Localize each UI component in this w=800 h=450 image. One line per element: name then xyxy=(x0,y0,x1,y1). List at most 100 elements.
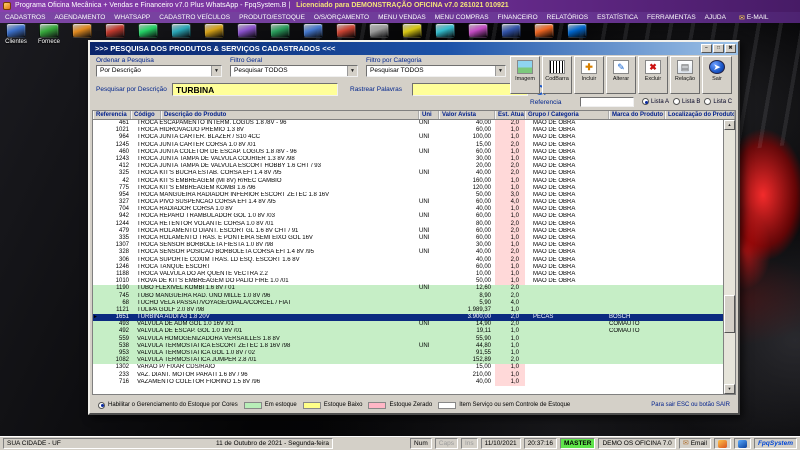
table-row[interactable]: 335 TROCA ROLAMENTO TRAS. E PONTEIRA SEMI… xyxy=(93,235,723,243)
status-email[interactable]: ✉ Email xyxy=(678,438,711,449)
col-header-5[interactable]: Est. Atual xyxy=(495,111,525,119)
table-row[interactable]: 325 TROCA KIT'S BUCHA ESTAB. CORSA EFI 1.… xyxy=(93,170,723,178)
table-row[interactable]: 745 TUBO MANGUEIRA RAD. UNO MILLE 1.0 8V … xyxy=(93,292,723,300)
minimize-button[interactable]: − xyxy=(701,44,712,53)
maximize-button[interactable]: □ xyxy=(713,44,724,53)
filtro-categoria-select[interactable]: Pesquisar TODOS ▼ xyxy=(366,65,506,77)
dialog-titlebar[interactable]: >>> PESQUISA DOS PRODUTOS & SERVIÇOS CAD… xyxy=(90,42,738,55)
table-row[interactable]: 1307 TROCA SENSOR BORBOLETA FIESTA 1.0 8V… xyxy=(93,242,723,250)
table-row[interactable]: 493 VALVULA DE ADM GOL 1.0 16V /01 UNI 14,9… xyxy=(93,321,723,329)
table-row[interactable]: 327 TROCA PIVO SUSPENCAO CORSA EFI 1.4 8V… xyxy=(93,199,723,207)
menu-item-8[interactable]: FINANCEIRO xyxy=(498,14,538,21)
menu-item-12[interactable]: AJUDA xyxy=(705,14,726,21)
table-row[interactable]: 704 TROCA RADIADOR CORSA 1.0 8V 40,00 1,0 MA… xyxy=(93,206,723,214)
button-label: Sair xyxy=(712,76,722,82)
scroll-up-icon[interactable]: ▲ xyxy=(724,120,735,130)
menu-item-11[interactable]: FERRAMENTAS xyxy=(647,14,696,21)
cell-localizacao xyxy=(665,307,723,314)
ordenar-select[interactable]: Por Descrição ▼ xyxy=(96,65,222,77)
table-row[interactable]: 42 TROCA KIT'S EMBREAGEM (MI 8V) R/REC CA… xyxy=(93,177,723,185)
table-row[interactable]: 559 VALVULA HOMOGENIZADORA VERSAILLES 1.8… xyxy=(93,335,723,343)
table-row[interactable]: 1302 VARAO P/ FIXAR CDS/RAIO 15,00 1,0 xyxy=(93,364,723,372)
table-row[interactable]: 233 VAZ. DIANT. MOTOR PARATI 1.6 8V / 96 2… xyxy=(93,371,723,379)
col-header-7[interactable]: Marca do Produto xyxy=(609,111,665,119)
cell-grupo xyxy=(525,357,609,364)
col-header-8[interactable]: Localização do Produto xyxy=(665,111,735,119)
status-icon-2[interactable] xyxy=(733,438,751,449)
col-header-2[interactable]: Descrição do Produto xyxy=(161,111,419,119)
table-row[interactable]: 1010 TROVA DE KIT'S EMBREAGEM DO PALIO FI… xyxy=(93,278,723,286)
cell-localizacao xyxy=(665,156,723,163)
table-row[interactable]: 1245 TROCA JUNTA CARTER CORSA 1.0 8V /01 1… xyxy=(93,141,723,149)
lista-a-radio[interactable]: Lista A xyxy=(642,98,669,105)
filtro-geral-select[interactable]: Pesquisar TODOS ▼ xyxy=(230,65,358,77)
table-row[interactable]: 942 TROCA REPARO TRAMBULADOR GOL 1.0 8V /… xyxy=(93,213,723,221)
toolbar-clients[interactable]: Clientes xyxy=(4,23,28,48)
scroll-down-icon[interactable]: ▼ xyxy=(724,384,735,394)
table-row[interactable]: 775 TROCA KIT'S EMBREAGEM KOMBI 1.6 /96 12… xyxy=(93,184,723,192)
status-icon-1[interactable] xyxy=(713,438,731,449)
col-header-3[interactable]: Uni xyxy=(419,111,439,119)
barcode-button[interactable]: CodBarra xyxy=(542,56,572,94)
lista-c-radio[interactable]: Lista C xyxy=(704,98,732,105)
table-row[interactable]: 328 TROCA SENSOR POSICAO BORBOLETA CORSA … xyxy=(93,249,723,257)
table-row[interactable]: 954 TROCA MANGUEIRA RADIADOR INFERIOR ESC… xyxy=(93,191,723,200)
table-row[interactable]: 1190 TUBO FLEXIVEL KOMBI 1.6 8V / 01 UNI 12… xyxy=(93,285,723,293)
edit-button[interactable]: ✎ Alterar xyxy=(606,56,636,94)
lista-b-radio[interactable]: Lista B xyxy=(673,98,700,105)
cell-codigo: 1190 xyxy=(116,285,129,292)
table-row[interactable]: 1021 TROCA HIDROVACUO PREMIO 1.3 8V 60,00 1… xyxy=(93,127,723,135)
table-row[interactable]: 461 TROCA ESCAPAMENTO INTERM. LOGUS 1.8 /… xyxy=(93,120,723,128)
delete-button[interactable]: ✖ Excluir xyxy=(638,56,668,94)
table-row[interactable]: 460 TROCA JUNTA COLETOR DE ESCAP. LOGUS 1… xyxy=(93,148,723,156)
menu-item-4[interactable]: PRODUTO/ESTOQUE xyxy=(239,14,305,21)
menu-item-6[interactable]: MENU VENDAS xyxy=(378,14,426,21)
table-row[interactable]: 964 TROCA JUNTA CARTER. BLAZER / S10 4CC U… xyxy=(93,134,723,142)
table-row[interactable]: 1244 TROCA RETENTOR VOLANTE CORSA 1.0 8V … xyxy=(93,220,723,228)
menu-item-7[interactable]: MENU COMPRAS xyxy=(435,14,489,21)
image-button[interactable]: Imagem xyxy=(510,56,540,94)
table-row[interactable]: 492 VALVULA DE ESCAP. GOL 1.0 16V /01 19,1… xyxy=(93,328,723,336)
table-row[interactable]: 1188 TROCA VALVULA DO AR QUENTE VECTRA 2.… xyxy=(93,270,723,279)
table-row[interactable]: 1246 TROCA TANQUE ESCORT 60,00 1,0 MAO DE OB… xyxy=(93,263,723,271)
chevron-down-icon[interactable]: ▼ xyxy=(211,66,221,76)
vertical-scrollbar[interactable]: ▲ ▼ xyxy=(723,120,735,394)
menu-item-3[interactable]: CADASTRO VEÍCULOS xyxy=(159,14,230,21)
stock-color-toggle[interactable]: Habilitar o Gerenciamento do Estoque por… xyxy=(98,401,238,409)
add-button[interactable]: ✚ Incluir xyxy=(574,56,604,94)
toolbar-suppliers[interactable]: Fornece xyxy=(37,23,61,48)
exit-button[interactable]: ➤ Sair xyxy=(702,56,732,94)
menu-item-1[interactable]: AGENDAMENTO xyxy=(54,14,105,21)
cell-estoque: 1,0 xyxy=(495,206,525,214)
col-header-4[interactable]: Valor Avista xyxy=(439,111,495,119)
col-header-0[interactable]: Referencia xyxy=(93,111,131,119)
table-row[interactable]: 1651 TURBINA AUDI A3 1.8 20V 3.900,00 2,0 PE… xyxy=(93,314,723,322)
scrollbar-thumb[interactable] xyxy=(724,295,735,334)
menu-item-2[interactable]: WHATSAPP xyxy=(114,14,150,21)
col-header-1[interactable]: Código xyxy=(131,111,161,119)
row-selector xyxy=(93,163,101,170)
table-row[interactable]: 1082 VALVULA TERMOSTATICA JUMPER 2.8 /01 1… xyxy=(93,357,723,365)
menu-item-9[interactable]: RELATÓRIOS xyxy=(547,14,588,21)
referencia-input[interactable] xyxy=(580,97,634,107)
col-header-6[interactable]: Grupo / Categoria xyxy=(525,111,609,119)
table-row[interactable]: 68 TUCHO VELA PASSAT/VOYAGE/OPALA/CORCEL … xyxy=(93,299,723,307)
menu-item-5[interactable]: O/S/ORÇAMENTO xyxy=(314,14,369,21)
menu-item-10[interactable]: ESTATÍSTICA xyxy=(597,14,638,21)
table-row[interactable]: 412 TROCA JUNTA TAMPA DE VALVULA ESCORT H… xyxy=(93,163,723,171)
menu-item-0[interactable]: CADASTROS xyxy=(5,14,45,21)
search-description-input[interactable] xyxy=(172,83,338,96)
cell-uni xyxy=(419,300,439,307)
table-row[interactable]: 538 VALVULA TERMOSTATICA ESCORT ZETEC 1.8… xyxy=(93,342,723,350)
table-row[interactable]: 1121 TULIPA GOLF 2.0 8V /98 1.989,37 1,0 xyxy=(93,306,723,315)
close-button[interactable]: ✖ xyxy=(725,44,736,53)
table-row[interactable]: 953 VALVULA TERMOSTATICA GOL 1.0 8V / 02 9… xyxy=(93,350,723,358)
report-button[interactable]: ▤ Relação xyxy=(670,56,700,94)
table-row[interactable]: 479 TROCA ROLAMENTO DIANT. ESCORT GL 1.6 … xyxy=(93,227,723,235)
table-row[interactable]: 1243 TROCA JUNTA TAMPA DE VALVULA COURIER… xyxy=(93,155,723,164)
table-row[interactable]: 716 VAZAMENTO COLETOR FIORINO 1.5 8V /96 4… xyxy=(93,378,723,386)
chevron-down-icon[interactable]: ▼ xyxy=(495,66,505,76)
chevron-down-icon[interactable]: ▼ xyxy=(347,66,357,76)
menu-item-email[interactable]: ✉ E-MAIL xyxy=(739,14,769,22)
table-row[interactable]: 306 TROCA SUPORTE COXIM TRAS. LD ESQ. ESC… xyxy=(93,256,723,264)
